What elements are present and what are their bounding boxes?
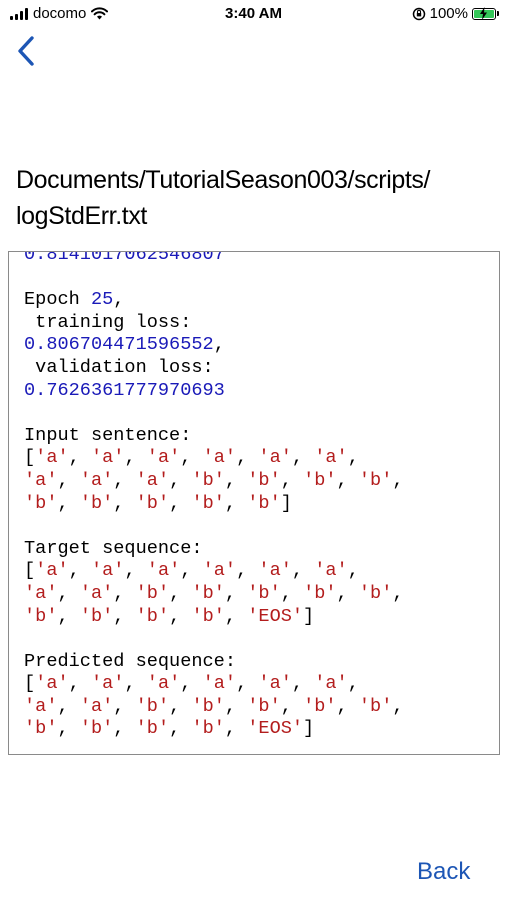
target-token: 'a' [90, 560, 125, 582]
predicted-token: 'a' [90, 673, 125, 695]
target-token: 'a' [35, 560, 69, 582]
input-token: 'b' [191, 469, 225, 491]
target-token: 'b' [79, 605, 114, 627]
predicted-token: 'a' [79, 695, 114, 717]
back-chevron-icon[interactable] [12, 32, 42, 70]
predicted-token: 'a' [258, 673, 292, 695]
input-token: 'b' [135, 492, 170, 514]
input-token: 'a' [314, 447, 348, 469]
predicted-sequence-label: Predicted sequence: [24, 650, 237, 672]
predicted-token: 'b' [135, 695, 170, 717]
target-token: 'a' [258, 560, 292, 582]
predicted-token: 'a' [314, 673, 348, 695]
input-token: 'a' [35, 447, 69, 469]
input-token: 'a' [202, 447, 237, 469]
predicted-token: 'a' [146, 673, 181, 695]
input-token: 'a' [135, 469, 170, 491]
input-token: 'a' [258, 447, 292, 469]
target-token: 'b' [303, 582, 337, 604]
input-token: 'b' [191, 492, 225, 514]
training-loss-value: 0.806704471596552 [24, 334, 214, 356]
predicted-token: 'EOS' [247, 718, 304, 740]
input-token: 'b' [24, 492, 58, 514]
target-token: 'a' [202, 560, 237, 582]
battery-percent: 100% [429, 5, 468, 22]
predicted-token: 'a' [202, 673, 237, 695]
input-token: 'a' [90, 447, 125, 469]
epoch-number: 25 [90, 289, 114, 311]
target-token: 'b' [191, 605, 225, 627]
target-token: 'a' [79, 582, 114, 604]
predicted-token: 'b' [191, 695, 225, 717]
input-token: 'b' [79, 492, 114, 514]
back-button[interactable]: Back [417, 858, 470, 886]
predicted-token: 'b' [135, 718, 170, 740]
file-path-line2: logStdErr.txt [16, 202, 147, 230]
predicted-token: 'a' [24, 695, 58, 717]
target-token: 'b' [358, 582, 393, 604]
log-text-view[interactable]: 0.8141017062546807 Epoch 25, training lo… [8, 251, 500, 755]
input-token: 'b' [303, 469, 337, 491]
status-right: 100% [412, 5, 499, 22]
predicted-token: 'b' [247, 695, 281, 717]
input-token: 'b' [247, 492, 281, 514]
input-token: 'a' [79, 469, 114, 491]
target-token: 'b' [247, 582, 281, 604]
target-token: 'a' [314, 560, 348, 582]
training-loss-label: training loss: [24, 311, 192, 333]
prev-loss-value: 0.8141017062546807 [24, 251, 225, 265]
target-sequence-label: Target sequence: [24, 537, 203, 559]
target-token: 'a' [146, 560, 181, 582]
input-token: 'a' [24, 469, 58, 491]
input-sentence-label: Input sentence: [24, 424, 192, 446]
predicted-token: 'b' [358, 695, 393, 717]
file-path-title: Documents/TutorialSeason003/scripts/ log… [16, 162, 501, 234]
epoch-label: Epoch [24, 289, 80, 311]
target-token: 'b' [191, 582, 225, 604]
predicted-token: 'a' [35, 673, 69, 695]
validation-loss-label: validation loss: [24, 356, 214, 378]
input-token: 'a' [146, 447, 181, 469]
target-token: 'b' [135, 605, 170, 627]
validation-loss-value: 0.7626361777970693 [24, 379, 225, 401]
status-bar: docomo 3:40 AM 100% [0, 0, 507, 30]
predicted-token: 'b' [303, 695, 337, 717]
predicted-token: 'b' [79, 718, 114, 740]
log-content: 0.8141017062546807 Epoch 25, training lo… [24, 251, 495, 741]
file-path-line1: Documents/TutorialSeason003/scripts/ [16, 166, 431, 194]
target-token: 'b' [135, 582, 170, 604]
predicted-token: 'b' [24, 718, 58, 740]
predicted-token: 'b' [191, 718, 225, 740]
input-token: 'b' [358, 469, 393, 491]
battery-icon [472, 6, 496, 20]
input-token: 'b' [247, 469, 281, 491]
orientation-lock-icon [412, 7, 425, 20]
target-token: 'EOS' [247, 605, 304, 627]
target-token: 'b' [24, 605, 58, 627]
target-token: 'a' [24, 582, 58, 604]
